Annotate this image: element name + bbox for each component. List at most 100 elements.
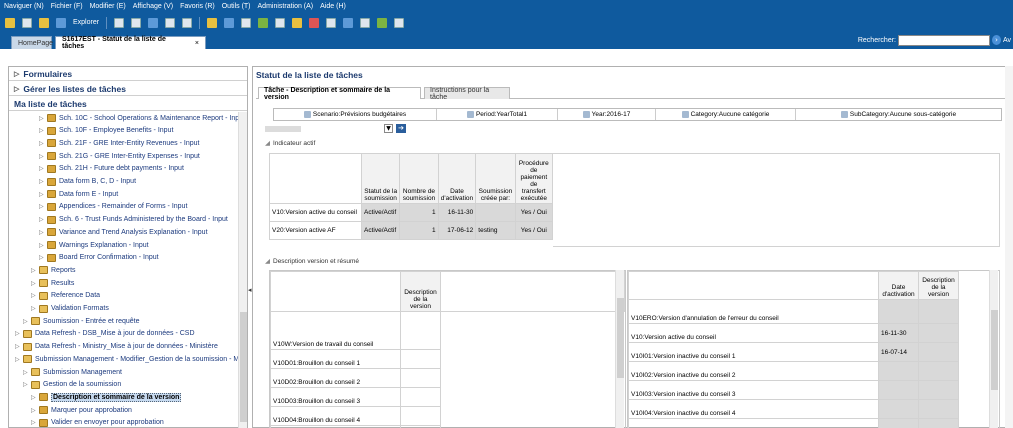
data-icon[interactable] — [258, 17, 269, 28]
expand-icon[interactable]: ▷ — [15, 356, 23, 363]
status-cell[interactable]: Active/Actif — [360, 203, 401, 222]
expand-icon[interactable]: ▷ — [39, 140, 47, 147]
approve-icon[interactable] — [377, 17, 388, 28]
description-cell[interactable] — [918, 380, 959, 400]
expand-icon[interactable]: ▷ — [31, 292, 39, 299]
tree-item[interactable]: ▷ Sch. 21G - GRE Inter-Entity Expenses - … — [39, 150, 200, 162]
new-document-icon[interactable] — [22, 17, 32, 28]
menu-item[interactable]: Fichier (F) — [51, 3, 83, 10]
expand-icon[interactable]: ▷ — [31, 305, 39, 312]
expand-icon[interactable]: ▷ — [39, 203, 47, 210]
description-cell[interactable] — [918, 418, 959, 428]
go-arrow-icon[interactable]: ➔ — [396, 124, 406, 133]
explorer-button[interactable]: Explorer — [73, 19, 99, 26]
active-indicator-section-header[interactable]: ◢ Indicateur actif — [265, 139, 1005, 147]
menu-item[interactable]: Aide (H) — [320, 3, 346, 10]
close-tab-icon[interactable]: × — [195, 40, 199, 47]
expand-icon[interactable]: ▷ — [31, 419, 39, 426]
expand-icon[interactable]: ▷ — [23, 381, 31, 388]
description-cell[interactable] — [400, 387, 441, 407]
expand-icon[interactable]: ▷ — [39, 229, 47, 236]
tree-item[interactable]: ▷ Sch. 6 - Trust Funds Administered by th… — [39, 214, 228, 226]
activation-date-cell[interactable] — [878, 361, 919, 381]
tree-item[interactable]: ▷ Data form B, C, D - Input — [39, 176, 136, 188]
menu-item[interactable]: Modifier (E) — [90, 3, 126, 10]
expand-icon[interactable]: ▷ — [15, 330, 23, 337]
pov-scenario[interactable]: Scenario:Prévisions budgétaires — [274, 109, 437, 120]
activation-date-cell[interactable]: 16-11-30 — [437, 203, 477, 222]
pov-period[interactable]: Period:YearTotal1 — [437, 109, 558, 120]
tree-item[interactable]: ▷ Sch. 21H - Future debt payments - Input — [39, 163, 184, 175]
tree-item[interactable]: ▷ Data Refresh - Ministry_Mise à jour de … — [15, 341, 218, 353]
description-cell[interactable] — [400, 311, 441, 350]
pov-year[interactable]: Year:2016-17 — [558, 109, 656, 120]
tree-item[interactable]: ▷ Validation Formats — [31, 303, 109, 315]
activation-date-cell[interactable]: 16-07-14 — [878, 342, 919, 362]
tab-task-instructions[interactable]: Instructions pour la tâche — [424, 87, 510, 101]
scrollbar-thumb[interactable] — [240, 312, 247, 422]
tree-scrollbar[interactable] — [238, 112, 247, 428]
expand-icon[interactable]: ▷ — [15, 343, 23, 350]
activation-date-cell[interactable]: 16-11-30 — [878, 323, 919, 343]
tree-item[interactable]: ▷ Sch. 10C - School Operations & Maintena… — [39, 112, 238, 124]
copy-icon[interactable] — [165, 17, 176, 28]
created-by-cell[interactable] — [475, 203, 516, 222]
search-go-icon[interactable]: › — [992, 35, 1001, 45]
description-cell[interactable] — [918, 361, 959, 381]
transfer-procedure-cell[interactable]: Yes / Oui — [514, 221, 554, 240]
grid-right-scrollbar[interactable] — [989, 270, 998, 428]
activation-date-cell[interactable] — [878, 299, 919, 324]
help-icon[interactable] — [394, 17, 405, 28]
expand-icon[interactable]: ▷ — [39, 127, 47, 134]
description-cell[interactable] — [400, 368, 441, 388]
description-cell[interactable] — [918, 299, 959, 324]
tree-item[interactable]: ▷ Appendices - Remainder of Forms - Input — [39, 201, 187, 213]
manage-task-lists-header[interactable]: ▷ Gérer les listes de tâches — [9, 82, 247, 96]
scrollbar-thumb[interactable] — [991, 310, 998, 390]
expand-icon[interactable]: ▷ — [23, 369, 31, 376]
created-by-cell[interactable]: testing — [475, 221, 516, 240]
pov-subcategory[interactable]: SubCategory:Aucune sous-catégorie — [796, 109, 1001, 120]
expand-icon[interactable]: ▷ — [31, 267, 39, 274]
version-description-section-header[interactable]: ◢ Description version et résumé — [265, 257, 1005, 265]
collapse-icon[interactable]: ◢ — [265, 258, 270, 265]
chevron-down-icon[interactable]: ▼ — [384, 124, 393, 133]
grid-left-scrollbar[interactable] — [615, 270, 624, 428]
menu-item[interactable]: Naviguer (N) — [4, 3, 44, 10]
paste-icon[interactable] — [182, 17, 193, 28]
tree-item[interactable]: ▷ Reports — [31, 264, 76, 276]
grid-icon[interactable] — [114, 17, 125, 28]
expand-icon[interactable]: ▷ — [39, 165, 47, 172]
calculate-icon[interactable] — [343, 17, 354, 28]
page-selector[interactable]: ▼ ➔ — [263, 124, 406, 134]
link-icon[interactable] — [224, 17, 235, 28]
tree-item[interactable]: ▷ Marquer pour approbation — [31, 404, 132, 416]
tree-item[interactable]: ▷ Valider en envoyer pour approbation — [31, 417, 164, 428]
menu-item[interactable]: Administration (A) — [258, 3, 314, 10]
pov-category[interactable]: Category:Aucune catégorie — [656, 109, 796, 120]
validate-icon[interactable] — [326, 17, 337, 28]
tree-item[interactable]: ▷ Variance and Trend Analysis Explanation… — [39, 226, 208, 238]
description-cell[interactable] — [918, 399, 959, 419]
expand-icon[interactable]: ▷ — [39, 153, 47, 160]
unlock-icon[interactable] — [309, 17, 320, 28]
tree-item[interactable]: ▷ Submission Management — [23, 366, 122, 378]
submission-count-cell[interactable]: 1 — [399, 221, 439, 240]
tree-item[interactable]: ▷ Submission Management - Modifier_Gestio… — [15, 353, 238, 365]
expand-icon[interactable]: ▷ — [31, 280, 39, 287]
description-cell[interactable] — [400, 349, 441, 369]
activation-date-cell[interactable] — [878, 418, 919, 428]
forms-header[interactable]: ▷ Formulaires — [9, 67, 247, 81]
filter-icon[interactable] — [241, 17, 252, 28]
explorer-icon[interactable] — [56, 17, 66, 28]
expand-icon[interactable]: ▷ — [39, 178, 47, 185]
scrollbar-thumb[interactable] — [617, 298, 624, 378]
tree-item[interactable]: ▷ Sch. 21F - GRE Inter-Entity Revenues - … — [39, 137, 199, 149]
tab-task-list-status[interactable]: S1617EST - Statut de la liste de tâches × — [55, 36, 206, 50]
tree-item[interactable]: ▷ Gestion de la soumission — [23, 379, 121, 391]
description-cell[interactable] — [918, 342, 959, 362]
tree-item[interactable]: ▷ Results — [31, 277, 74, 289]
page-scrollbar[interactable] — [1005, 66, 1013, 428]
table-icon[interactable] — [275, 17, 286, 28]
activation-date-cell[interactable] — [878, 380, 919, 400]
